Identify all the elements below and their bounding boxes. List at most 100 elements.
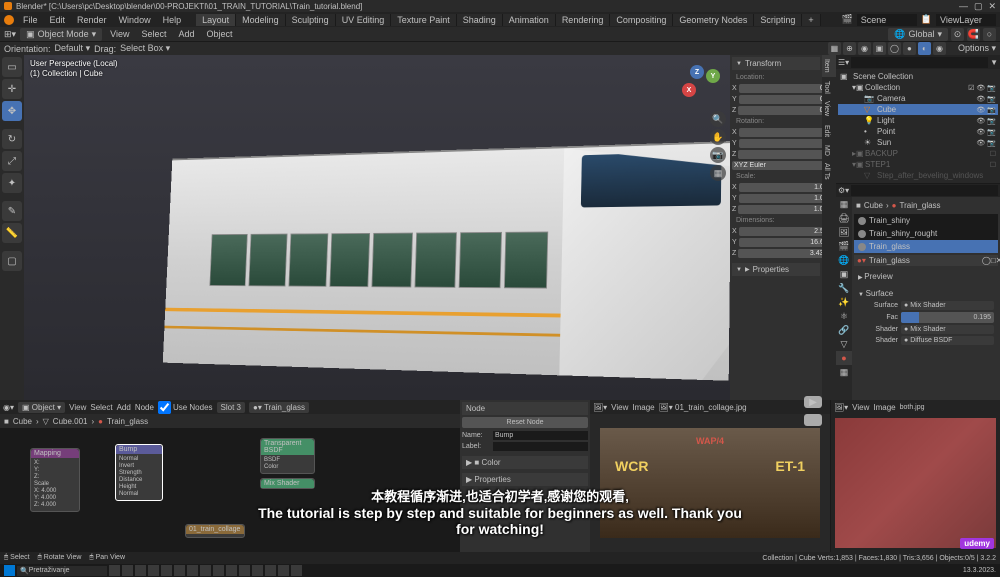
node-mapping[interactable]: Mapping X:Y:Z:ScaleX: 4.000Y: 4.000Z: 4.… bbox=[30, 448, 80, 512]
taskbar-app[interactable] bbox=[265, 565, 276, 576]
axis-x[interactable]: X bbox=[682, 83, 696, 97]
ptab-object[interactable]: ▣ bbox=[836, 267, 852, 281]
blender-icon[interactable] bbox=[4, 15, 14, 25]
menu-render[interactable]: Render bbox=[72, 14, 112, 26]
menu-window[interactable]: Window bbox=[114, 14, 156, 26]
taskbar-app[interactable] bbox=[135, 565, 146, 576]
snap-icon[interactable]: 🧲 bbox=[967, 28, 980, 41]
vis-overlay-icon[interactable]: ◉ bbox=[858, 42, 871, 55]
ptab-constraint[interactable]: 🔗 bbox=[836, 323, 852, 337]
shading-matprev-icon[interactable]: ◐ bbox=[918, 42, 931, 55]
node-texture[interactable]: 01_train_collage bbox=[185, 524, 245, 538]
tool-scale[interactable]: ⤢ bbox=[2, 151, 22, 171]
viewport-menu-object[interactable]: Object bbox=[203, 28, 237, 40]
fac-slider[interactable]: 0.195 bbox=[901, 312, 994, 323]
maximize-button[interactable]: ▢ bbox=[974, 1, 983, 12]
rot-y-input[interactable] bbox=[739, 139, 822, 148]
node-transparent[interactable]: Transparent BSDF BSDFColor bbox=[260, 438, 315, 474]
3d-viewport[interactable]: User Perspective (Local) (1) Collection … bbox=[24, 55, 730, 400]
properties-search[interactable] bbox=[851, 185, 998, 196]
surface-dropdown[interactable]: ● Mix Shader bbox=[901, 301, 994, 310]
vtab-md[interactable]: MD bbox=[822, 141, 836, 160]
mat-slot-item[interactable]: Train_glass bbox=[854, 240, 998, 253]
node-bump[interactable]: Bump NormalInvertStrengthDistanceHeightN… bbox=[115, 444, 163, 501]
tab-modeling[interactable]: Modeling bbox=[236, 14, 286, 26]
menu-edit[interactable]: Edit bbox=[45, 14, 71, 26]
taskbar-app[interactable] bbox=[213, 565, 224, 576]
scale-z-input[interactable] bbox=[738, 205, 822, 214]
shading-solid-icon[interactable]: ● bbox=[903, 42, 916, 55]
options-dropdown[interactable]: Options ▾ bbox=[958, 43, 996, 54]
material-name-input[interactable] bbox=[869, 256, 979, 265]
tree-light[interactable]: 💡Light👁📷 bbox=[838, 115, 998, 126]
tab-sculpting[interactable]: Sculpting bbox=[286, 14, 336, 26]
tab-geonodes[interactable]: Geometry Nodes bbox=[673, 14, 754, 26]
editor-type-icon[interactable]: ☰▾ bbox=[838, 58, 849, 67]
vtab-view[interactable]: View bbox=[822, 97, 836, 120]
tree-cube[interactable]: ▽Cube👁📷 bbox=[838, 104, 998, 115]
preview-section[interactable]: Preview bbox=[854, 268, 998, 285]
rot-mode-dropdown[interactable] bbox=[732, 161, 822, 170]
taskbar-app[interactable] bbox=[278, 565, 289, 576]
mat-slot-item[interactable]: Train_shiny bbox=[854, 214, 998, 227]
scale-y-input[interactable] bbox=[739, 194, 822, 203]
shading-wire-icon[interactable]: ◯ bbox=[888, 42, 901, 55]
scale-x-input[interactable] bbox=[739, 183, 822, 192]
node-menu-view[interactable]: View bbox=[69, 403, 86, 412]
ptab-scene[interactable]: 🎬 bbox=[836, 239, 852, 253]
menu-help[interactable]: Help bbox=[158, 14, 187, 26]
pan-icon[interactable]: ✋ bbox=[710, 129, 726, 145]
node-label-input[interactable] bbox=[493, 442, 588, 451]
taskbar-app[interactable] bbox=[226, 565, 237, 576]
ptab-material[interactable]: ● bbox=[836, 351, 852, 365]
use-nodes-checkbox[interactable] bbox=[158, 401, 171, 414]
xray-icon[interactable]: ▣ bbox=[873, 42, 886, 55]
tab-layout[interactable]: Layout bbox=[196, 14, 236, 26]
tree-sun[interactable]: ☀Sun👁📷 bbox=[838, 137, 998, 148]
ptab-data[interactable]: ▽ bbox=[836, 337, 852, 351]
editor-type-icon[interactable]: 🖼▾ bbox=[593, 403, 607, 412]
shader1-dropdown[interactable]: ● Mix Shader bbox=[901, 325, 994, 334]
transform-header[interactable]: Transform bbox=[732, 57, 820, 70]
editor-type-icon[interactable]: ⊞▾ bbox=[4, 29, 16, 40]
editor-type-icon[interactable]: ⚙▾ bbox=[838, 186, 849, 195]
orientation-global[interactable]: 🌐 Global ▾ bbox=[888, 28, 948, 41]
material-dropdown[interactable]: ●▾ Train_glass bbox=[249, 402, 309, 413]
taskbar-app[interactable] bbox=[252, 565, 263, 576]
image2-dropdown[interactable]: both.jpg bbox=[900, 404, 925, 411]
tree-backup[interactable]: ▸▣BACKUP☐ bbox=[838, 148, 998, 159]
tree-step1[interactable]: ▾▣STEP1☐ bbox=[838, 159, 998, 170]
ptab-world[interactable]: 🌐 bbox=[836, 253, 852, 267]
taskbar-app[interactable] bbox=[174, 565, 185, 576]
outliner-search[interactable] bbox=[851, 57, 988, 68]
rot-x-input[interactable] bbox=[739, 128, 822, 137]
overlay-icon[interactable]: ▶ bbox=[804, 396, 822, 408]
ptab-render[interactable]: ▦ bbox=[836, 197, 852, 211]
viewport-menu-select[interactable]: Select bbox=[138, 28, 171, 40]
tree-scene-collection[interactable]: ▣Scene Collection bbox=[838, 71, 998, 82]
tool-move[interactable]: ✥ bbox=[2, 101, 22, 121]
dim-z-input[interactable] bbox=[738, 249, 822, 258]
taskbar-app[interactable] bbox=[109, 565, 120, 576]
shading-render-icon[interactable]: ◉ bbox=[933, 42, 946, 55]
ptab-particles[interactable]: ✨ bbox=[836, 295, 852, 309]
reset-node-button[interactable]: Reset Node bbox=[462, 417, 588, 428]
image-dropdown[interactable]: 🖼▾ 01_train_collage.jpg bbox=[659, 403, 747, 412]
node-menu-node[interactable]: Node bbox=[135, 403, 154, 412]
tool-annotate[interactable]: ✎ bbox=[2, 201, 22, 221]
rot-z-input[interactable] bbox=[738, 150, 822, 159]
tool-addcube[interactable]: ▢ bbox=[2, 251, 22, 271]
ptab-texture[interactable]: ▦ bbox=[836, 365, 852, 379]
taskbar-app[interactable] bbox=[161, 565, 172, 576]
menu-file[interactable]: File bbox=[18, 14, 43, 26]
axis-z[interactable]: Z bbox=[690, 65, 704, 79]
tab-uv[interactable]: UV Editing bbox=[336, 14, 392, 26]
img-menu-view[interactable]: View bbox=[611, 403, 628, 412]
tab-add[interactable]: + bbox=[802, 14, 820, 26]
loc-x-input[interactable] bbox=[739, 84, 822, 93]
drag-dropdown[interactable]: Select Box ▾ bbox=[120, 43, 170, 54]
viewlayer-input[interactable] bbox=[936, 14, 996, 26]
ortho-icon[interactable]: ▦ bbox=[710, 165, 726, 181]
shader2-dropdown[interactable]: ● Diffuse BSDF bbox=[901, 336, 994, 345]
taskbar-app[interactable] bbox=[239, 565, 250, 576]
